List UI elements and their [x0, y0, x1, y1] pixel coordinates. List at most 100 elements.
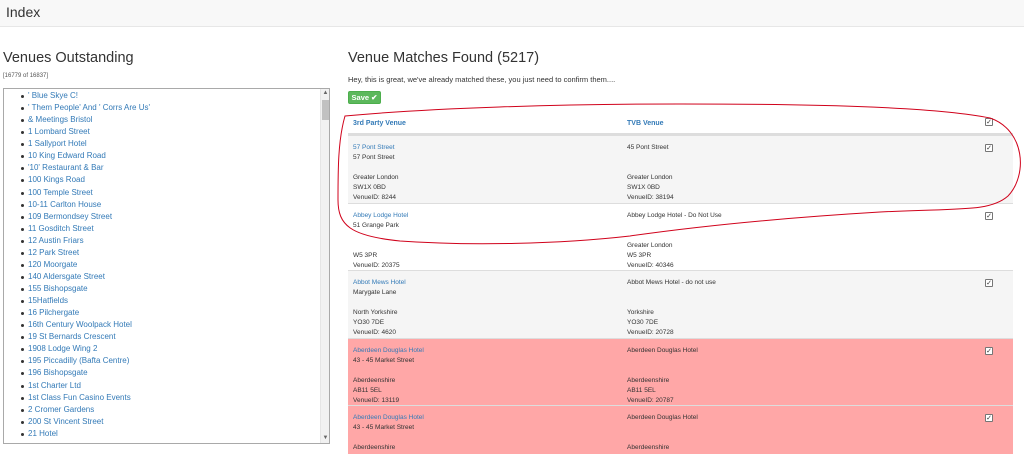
venue-list-item: 16 Pilchergate	[4, 307, 329, 319]
venue-link[interactable]: 16th Century Woolpack Hotel	[28, 320, 132, 329]
venue-link[interactable]: 12 Austin Friars	[28, 236, 84, 245]
venue-list-item: 1 Lombard Street	[4, 126, 329, 138]
venue-list-item: 2 Cromer Gardens	[4, 404, 329, 416]
navbar-brand[interactable]: Index	[6, 4, 40, 20]
venue-detail-line: AB11 5EL	[627, 387, 656, 394]
venue-list-item: 21 Hotel	[4, 428, 329, 440]
venue-link[interactable]: 1 Lombard Street	[28, 127, 90, 136]
venue-detail-line: Greater London	[627, 174, 673, 181]
third-party-venue-link[interactable]: Aberdeen Douglas Hotel	[353, 347, 424, 354]
venue-link[interactable]: '10' Restaurant & Bar	[28, 163, 104, 172]
venue-list-item: 10 King Edward Road	[4, 150, 329, 162]
venue-link[interactable]: 19 St Bernards Crescent	[28, 332, 116, 341]
table-row: 57 Pont Street 57 Pont Street Greater Lond…	[348, 135, 1013, 203]
tvb-venue-name: Abbot Mews Hotel - do not use	[627, 279, 716, 286]
venue-link[interactable]: 1st Class Fun Casino Events	[28, 393, 131, 402]
venue-list-item: 12 Austin Friars	[4, 235, 329, 247]
tvb-venue-cell: Aberdeen Douglas HotelAberdeenshireAB11 …	[627, 413, 698, 454]
venue-link[interactable]: 16 Pilchergate	[28, 308, 79, 317]
tvb-venue-cell: Aberdeen Douglas HotelAberdeenshireAB11 …	[627, 346, 698, 406]
venue-list-box[interactable]: ' Blue Skye C! ' Them People' And ' Corrs…	[3, 88, 330, 444]
venue-list-scrollbar[interactable]: ▲ ▼	[320, 89, 329, 443]
tvb-venue-cell: 45 Pont Street Greater London SW1X 0BD Venu…	[627, 143, 674, 203]
venue-link[interactable]: 100 Kings Road	[28, 175, 85, 184]
venue-link[interactable]: 10-11 Carlton House	[28, 200, 101, 209]
venue-list-item: 196 Bishopsgate	[4, 367, 329, 379]
venue-detail-line	[627, 221, 722, 231]
scroll-down-arrow-icon[interactable]: ▼	[322, 435, 329, 442]
venue-link[interactable]: 1908 Lodge Wing 2	[28, 344, 97, 353]
column-header-third-party: 3rd Party Venue	[353, 120, 406, 127]
venue-link[interactable]: 155 Bishopsgate	[28, 284, 88, 293]
venue-detail-line: 43 - 45 Market Street	[353, 357, 415, 364]
scroll-thumb[interactable]	[322, 100, 329, 120]
venue-detail-line: Yorkshire	[627, 309, 654, 316]
venue-detail-line	[353, 163, 399, 173]
venue-link[interactable]: 1st Charter Ltd	[28, 381, 81, 390]
venue-link[interactable]: 195 Piccadilly (Bafta Centre)	[28, 356, 129, 365]
venue-link[interactable]: 200 St Vincent Street	[28, 417, 103, 426]
confirm-match-checkbox[interactable]: ✓	[985, 347, 993, 355]
venue-link[interactable]: ' Them People' And ' Corrs Are Us'	[28, 103, 150, 112]
venue-link[interactable]: 10 King Edward Road	[28, 151, 106, 160]
venue-detail-line: YO30 7DE	[627, 319, 659, 326]
venue-detail-line: SW1X 0BD	[353, 184, 386, 191]
venue-detail-line	[627, 433, 698, 443]
venue-list-item: 140 Aldersgate Street	[4, 271, 329, 283]
navbar: Index	[0, 0, 1024, 27]
venue-detail-line: Aberdeenshire	[353, 444, 396, 451]
venue-link[interactable]: 109 Bermondsey Street	[28, 212, 112, 221]
venue-link[interactable]: 120 Moorgate	[28, 260, 77, 269]
table-row: Abbot Mews Hotel Marygate Lane North Yorks…	[348, 270, 1013, 338]
confirm-match-checkbox[interactable]: ✓	[985, 279, 993, 287]
venue-link[interactable]: 21 Hotel	[28, 429, 58, 438]
venue-link[interactable]: 15Hatfields	[28, 296, 68, 305]
venue-detail-line	[353, 231, 408, 241]
venue-link[interactable]: 100 Temple Street	[28, 188, 93, 197]
venue-list-item: 195 Piccadilly (Bafta Centre)	[4, 355, 329, 367]
select-all-checkbox[interactable]: ✓	[985, 118, 993, 126]
venue-detail-line	[353, 433, 424, 443]
tvb-venue-name: Aberdeen Douglas Hotel	[627, 414, 698, 421]
venue-link[interactable]: 2 Cromer Gardens	[28, 405, 94, 414]
venue-detail-line: 57 Pont Street	[353, 154, 395, 161]
venue-matches-subtitle: Hey, this is great, we've already matche…	[348, 75, 616, 84]
venue-detail-line: VenueID: 4620	[353, 329, 397, 336]
venue-list-item: & Meetings Bristol	[4, 114, 329, 126]
venue-link[interactable]: 196 Bishopsgate	[28, 368, 88, 377]
venue-detail-line: 43 - 45 Market Street	[353, 424, 415, 431]
venue-detail-line	[627, 423, 698, 433]
venue-detail-line: North Yorkshire	[353, 309, 398, 316]
scroll-up-arrow-icon[interactable]: ▲	[322, 90, 329, 97]
venue-list-item: 120 Moorgate	[4, 259, 329, 271]
venue-list-item: '10' Restaurant & Bar	[4, 162, 329, 174]
table-row: Aberdeen Douglas Hotel 43 - 45 Market Str…	[348, 405, 1013, 454]
venue-detail-line: VenueID: 20728	[627, 329, 674, 336]
third-party-venue-link[interactable]: Abbey Lodge Hotel	[353, 212, 408, 219]
venue-detail-line: AB11 5EL	[353, 387, 382, 394]
venue-list-item: 1 Sallyport Hotel	[4, 138, 329, 150]
venue-link[interactable]: 140 Aldersgate Street	[28, 272, 105, 281]
venue-detail-line	[627, 356, 698, 366]
save-button[interactable]: Save ✔	[348, 91, 381, 104]
confirm-match-checkbox[interactable]: ✓	[985, 212, 993, 220]
third-party-venue-link[interactable]: Aberdeen Douglas Hotel	[353, 414, 424, 421]
third-party-venue-link[interactable]: Abbot Mews Hotel	[353, 279, 406, 286]
confirm-match-checkbox[interactable]: ✓	[985, 144, 993, 152]
venue-detail-line	[627, 288, 716, 298]
confirm-match-checkbox[interactable]: ✓	[985, 414, 993, 422]
venue-detail-line: 51 Grange Park	[353, 222, 399, 229]
venue-link[interactable]: 12 Park Street	[28, 248, 79, 257]
venue-detail-line	[627, 231, 722, 241]
venue-list-item: 1st Charter Ltd	[4, 380, 329, 392]
third-party-venue-link[interactable]: 57 Pont Street	[353, 144, 395, 151]
venue-detail-line: VenueID: 38194	[627, 194, 674, 201]
venue-list-item: 19 St Bernards Crescent	[4, 331, 329, 343]
venue-link[interactable]: ' Blue Skye C!	[28, 91, 78, 100]
tvb-venue-name: Abbey Lodge Hotel - Do Not Use	[627, 212, 722, 219]
venue-list-item: 200 St Vincent Street	[4, 416, 329, 428]
venue-link[interactable]: & Meetings Bristol	[28, 115, 92, 124]
venue-link[interactable]: 1 Sallyport Hotel	[28, 139, 87, 148]
venue-link[interactable]: 11 Gosditch Street	[28, 224, 94, 233]
venue-list-item: 15Hatfields	[4, 295, 329, 307]
